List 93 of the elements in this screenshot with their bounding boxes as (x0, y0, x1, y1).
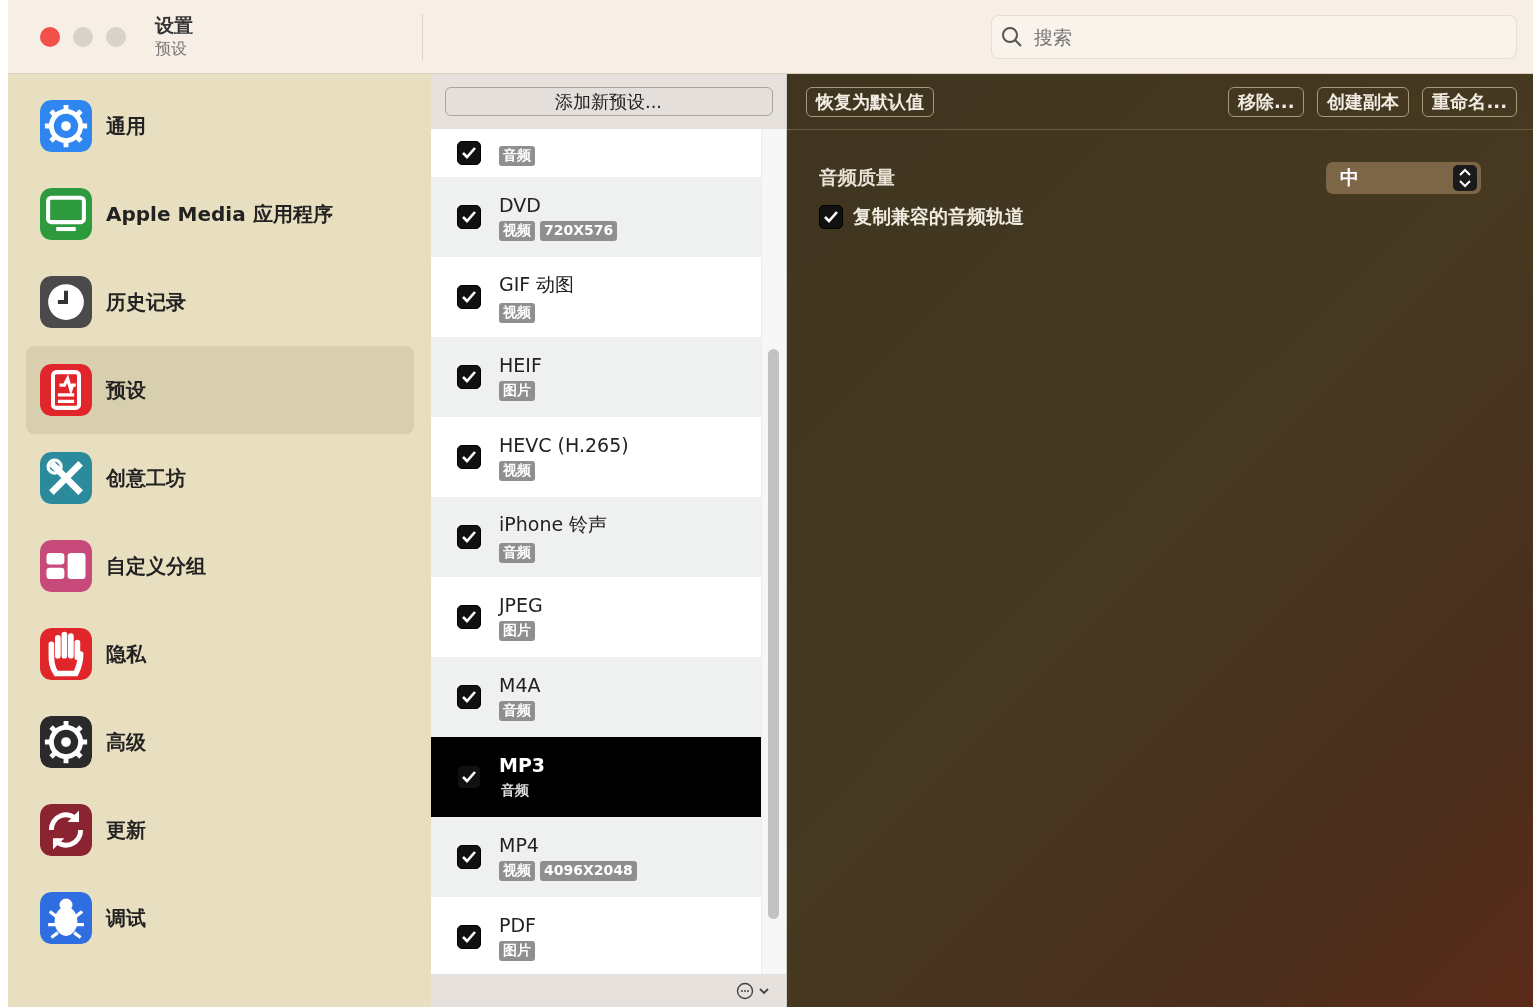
preset-row[interactable]: MP3 音频 (431, 737, 761, 817)
preset-name: PDF (499, 913, 537, 936)
preset-tag: 音频 (499, 700, 535, 721)
checkmark-icon (461, 930, 477, 944)
bug-icon (40, 892, 92, 944)
checkbox[interactable] (819, 205, 843, 229)
preset-tag: 音频 (499, 542, 535, 563)
sidebar-item[interactable]: Apple Media 应用程序 (26, 170, 414, 258)
preset-name: GIF 动图 (499, 271, 575, 297)
checkbox[interactable] (457, 685, 481, 709)
checkbox[interactable] (457, 205, 481, 229)
sidebar-item[interactable]: 更新 (26, 786, 414, 874)
sidebar-item[interactable]: 调试 (26, 874, 414, 962)
preset-name: MP4 (499, 833, 540, 856)
toolbar-button[interactable]: 重命名... (1422, 86, 1517, 117)
sidebar-item[interactable]: 通用 (26, 82, 414, 170)
checkmark-icon (461, 770, 477, 784)
sidebar-item[interactable]: 预设 (26, 346, 414, 434)
preset-tag: 4096X2048 (540, 860, 637, 881)
gear-icon (40, 716, 92, 768)
checkmark-icon (461, 146, 477, 160)
checkbox[interactable] (457, 141, 481, 165)
checkbox[interactable] (457, 605, 481, 629)
checkmark-icon (461, 690, 477, 704)
quality-popup[interactable]: 中 (1326, 162, 1481, 194)
preset-name: M4A (499, 673, 541, 696)
tools-icon (40, 452, 92, 504)
checkbox[interactable] (457, 845, 481, 869)
preset-name: HEVC (H.265) (499, 433, 629, 456)
checkmark-icon (461, 610, 477, 624)
preset-tag: 视频 (499, 860, 535, 881)
checkmark-icon (461, 850, 477, 864)
preset-row[interactable]: JPEG 图片 (431, 577, 761, 657)
preset-name: HEIF (499, 353, 542, 376)
checkbox[interactable] (457, 365, 481, 389)
checkmark-icon (461, 530, 477, 544)
checkbox[interactable] (457, 525, 481, 549)
display-icon (40, 188, 92, 240)
preset-row[interactable]: HEVC (H.265) 视频 (431, 417, 761, 497)
checkmark-icon (461, 210, 477, 224)
preset-tag: 图片 (499, 940, 535, 961)
preset-name: JPEG (499, 593, 543, 616)
preset-row[interactable]: M4A 音频 (431, 657, 761, 737)
checkmark-icon (461, 450, 477, 464)
preset-tag: 720X576 (540, 220, 618, 241)
checkbox[interactable] (457, 925, 481, 949)
sidebar-item[interactable]: 历史记录 (26, 258, 414, 346)
gear-icon (40, 100, 92, 152)
search-field[interactable]: 搜索 (991, 14, 1517, 59)
window-title: 设置 (155, 13, 194, 38)
preset-name: MP3 (499, 753, 546, 776)
preset-tag: 音频 (499, 780, 533, 801)
clock-icon (40, 276, 92, 328)
more-menu-icon[interactable] (736, 981, 770, 1000)
checkbox[interactable] (457, 445, 481, 469)
preset-tag: 图片 (499, 380, 535, 401)
toolbar-button[interactable]: 恢复为默认值 (806, 86, 934, 117)
preset-row[interactable]: DVD 视频 720X576 (431, 177, 761, 257)
search-icon (1001, 25, 1023, 48)
window-subtitle: 预设 (155, 39, 188, 60)
preset-name: DVD (499, 193, 542, 216)
checkmark-icon (823, 210, 839, 224)
sync-icon (40, 804, 92, 856)
preset-row[interactable]: PDF 图片 (431, 897, 761, 974)
preset-row[interactable]: GIF 动图 视频 (431, 257, 761, 337)
preset-row[interactable]: MP4 视频 4096X2048 (431, 817, 761, 897)
preset-row[interactable]: iPhone 铃声 音频 (431, 497, 761, 577)
sidebar-item[interactable]: 高级 (26, 698, 414, 786)
preset-tag: 图片 (499, 620, 535, 641)
preset-tag: 视频 (499, 302, 535, 323)
checkbox[interactable] (457, 765, 481, 789)
hand-icon (40, 628, 92, 680)
toolbar-button[interactable]: 创建副本 (1317, 86, 1410, 117)
sidebar-item[interactable]: 隐私 (26, 610, 414, 698)
checkbox-label: 复制兼容的音频轨道 (853, 204, 1024, 229)
preset-tag: 视频 (499, 460, 535, 481)
preset-tag: 视频 (499, 220, 535, 241)
checkmark-icon (461, 370, 477, 384)
doc-icon (40, 364, 92, 416)
close-button[interactable] (40, 26, 60, 47)
preset-tag: 音频 (499, 145, 535, 166)
up-down-chevrons-icon (1453, 165, 1477, 191)
sidebar-item[interactable]: 创意工坊 (26, 434, 414, 522)
audio-quality-label: 音频质量 (819, 165, 895, 190)
checkmark-icon (461, 290, 477, 304)
toolbar-button[interactable]: 移除... (1227, 86, 1305, 117)
scrollbar-thumb[interactable] (768, 349, 779, 919)
add-preset-button[interactable]: 添加新预设... (444, 87, 773, 116)
preset-name: iPhone 铃声 (499, 511, 608, 537)
preset-row[interactable]: HEIF 图片 (431, 337, 761, 417)
checkbox[interactable] (457, 285, 481, 309)
sidebar-item[interactable]: 自定义分组 (26, 522, 414, 610)
blocks-icon (40, 540, 92, 592)
